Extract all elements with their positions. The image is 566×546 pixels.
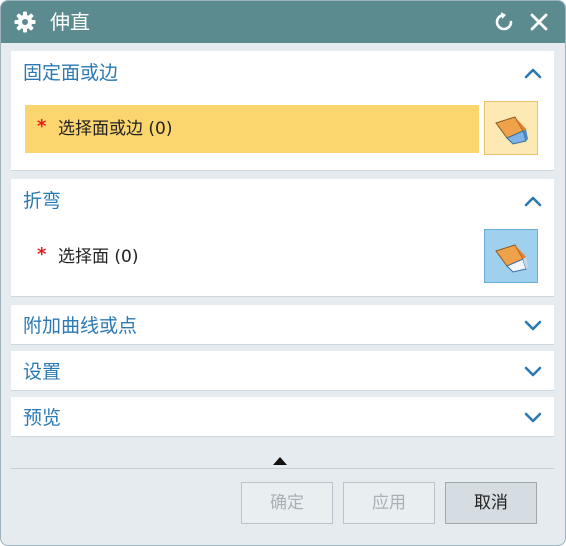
chevron-down-icon[interactable] [524, 364, 542, 378]
select-face-icon [495, 116, 528, 145]
unbend-dialog: 伸直 固定面或边 * 选择面或边 (0) 折弯 * 选择面 (0) 附加曲线或点… [0, 0, 566, 546]
title-bar: 伸直 [1, 1, 565, 43]
chevron-up-icon[interactable] [524, 193, 542, 207]
required-star: * [37, 116, 47, 137]
select-face-icon [495, 244, 528, 273]
fixed-face-selection-label: 选择面或边 (0) [58, 119, 173, 139]
fixed-face-selection-row[interactable]: * 选择面或边 (0) [25, 105, 479, 153]
triangle-up-icon[interactable] [272, 451, 288, 465]
required-star: * [37, 244, 47, 265]
ok-button[interactable]: 确定 [241, 482, 333, 524]
select-face-button[interactable] [484, 101, 538, 155]
section-settings-header[interactable]: 设置 [11, 351, 554, 391]
reset-icon[interactable] [492, 10, 516, 34]
select-bend-face-button[interactable] [484, 229, 538, 283]
more-options-bar [11, 438, 554, 468]
apply-button[interactable]: 应用 [343, 482, 435, 524]
cancel-button[interactable]: 取消 [445, 482, 537, 524]
divider [11, 468, 554, 469]
section-settings-title: 设置 [23, 361, 62, 383]
section-preview-title: 预览 [23, 407, 62, 429]
section-bend-title: 折弯 [23, 190, 62, 212]
section-bend-header[interactable]: 折弯 [11, 179, 554, 223]
section-settings: 设置 [11, 351, 554, 391]
chevron-up-icon[interactable] [524, 65, 542, 79]
gear-icon [13, 10, 37, 34]
section-additional-curves-header[interactable]: 附加曲线或点 [11, 305, 554, 345]
section-additional-curves: 附加曲线或点 [11, 305, 554, 345]
chevron-down-icon[interactable] [524, 318, 542, 332]
section-fixed-face-title: 固定面或边 [23, 62, 119, 84]
section-fixed-face-header[interactable]: 固定面或边 [11, 51, 554, 95]
section-fixed-face: 固定面或边 * 选择面或边 (0) [11, 51, 554, 171]
section-preview-header[interactable]: 预览 [11, 397, 554, 437]
section-preview: 预览 [11, 397, 554, 437]
dialog-title: 伸直 [50, 10, 90, 34]
close-icon[interactable] [527, 10, 551, 34]
section-bend: 折弯 * 选择面 (0) [11, 179, 554, 297]
section-additional-curves-title: 附加曲线或点 [23, 315, 138, 337]
bend-face-selection-label: 选择面 (0) [58, 247, 139, 267]
bend-face-selection-row[interactable]: * 选择面 (0) [25, 233, 479, 281]
chevron-down-icon[interactable] [524, 410, 542, 424]
